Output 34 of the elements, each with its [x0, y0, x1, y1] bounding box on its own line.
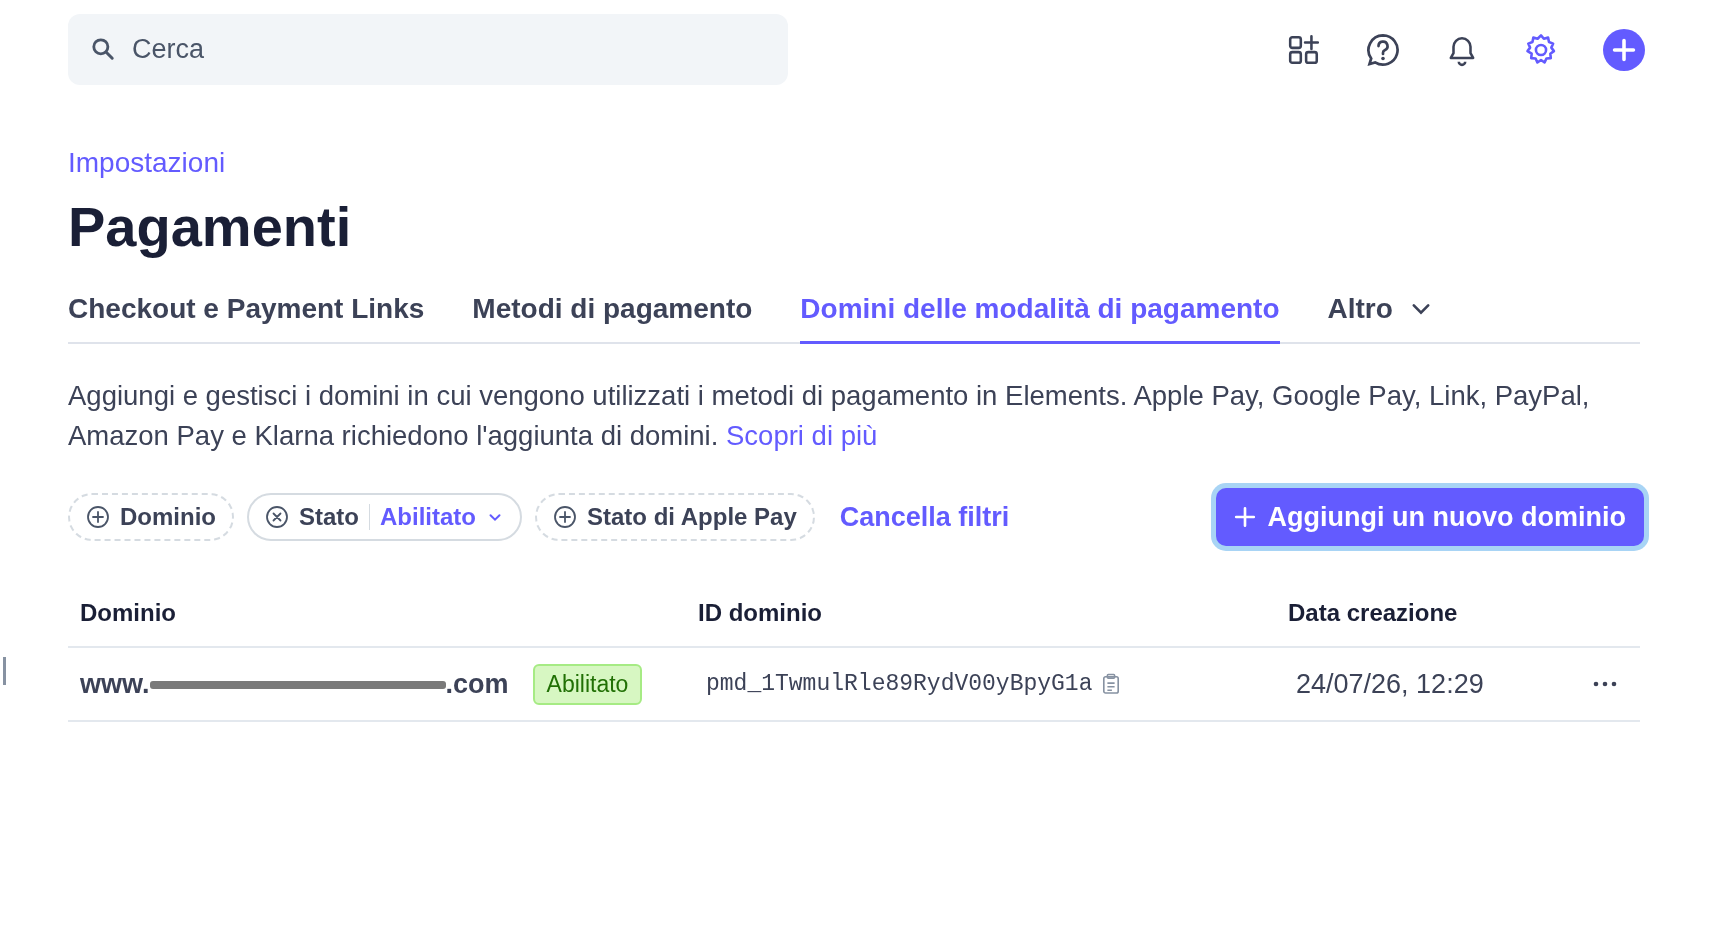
column-header: Data creazione [1288, 599, 1459, 628]
clear-filters-link[interactable]: Cancella filtri [839, 501, 1010, 533]
breadcrumb-link[interactable]: Impostazioni [68, 147, 226, 179]
more-tab[interactable]: Altro [1327, 279, 1433, 345]
more-icon[interactable] [1593, 680, 1617, 689]
domain-text: .com [445, 668, 509, 700]
filter-value: Abilitato [380, 503, 476, 532]
column-header: ID dominio [698, 599, 823, 628]
close-circle-icon [265, 505, 289, 530]
tab[interactable]: Checkout e Payment Links [68, 279, 425, 345]
tab[interactable]: Metodi di pagamento [472, 279, 753, 345]
plus-circle-icon [86, 505, 110, 530]
filter-chip[interactable]: Stato Abilitato [247, 493, 522, 542]
plus-icon [1233, 506, 1256, 529]
help-icon[interactable] [1365, 31, 1401, 68]
filter-chip[interactable]: Dominio [68, 493, 234, 542]
plus-circle-icon [553, 505, 577, 530]
learn-more-link[interactable]: Scopri di più [726, 420, 878, 452]
filter-chip[interactable]: Stato di Apple Pay [535, 493, 815, 542]
domain-id: pmd_1TwmulRle89RydV00yBpyG1a [706, 671, 1093, 698]
add-icon[interactable] [1603, 28, 1645, 71]
tab[interactable]: Domini delle modalità di pagamento [800, 279, 1280, 345]
search-field[interactable]: Cerca [68, 14, 788, 85]
apps-icon[interactable] [1287, 32, 1321, 67]
domain-text: www. [80, 668, 150, 700]
description-text: Aggiungi e gestisci i domini in cui vengono utilizzati i metodi di pagamento in Elements. Apple Pay, Google Pay, Link, PayPal, Amazon Pay e Klarna richiedono l'aggiunta di domini. Scopri di più [68, 379, 1591, 454]
page-title: Pagamenti [68, 195, 353, 260]
clipboard-icon[interactable] [1102, 673, 1121, 696]
search-icon [90, 36, 116, 62]
status-badge: Abilitato [532, 663, 643, 705]
side-indicator [3, 657, 6, 685]
filter-label: Stato [299, 503, 359, 532]
column-header: Dominio [79, 599, 177, 628]
date-cell-text: 24/07/26, 12:29 [1296, 668, 1485, 700]
